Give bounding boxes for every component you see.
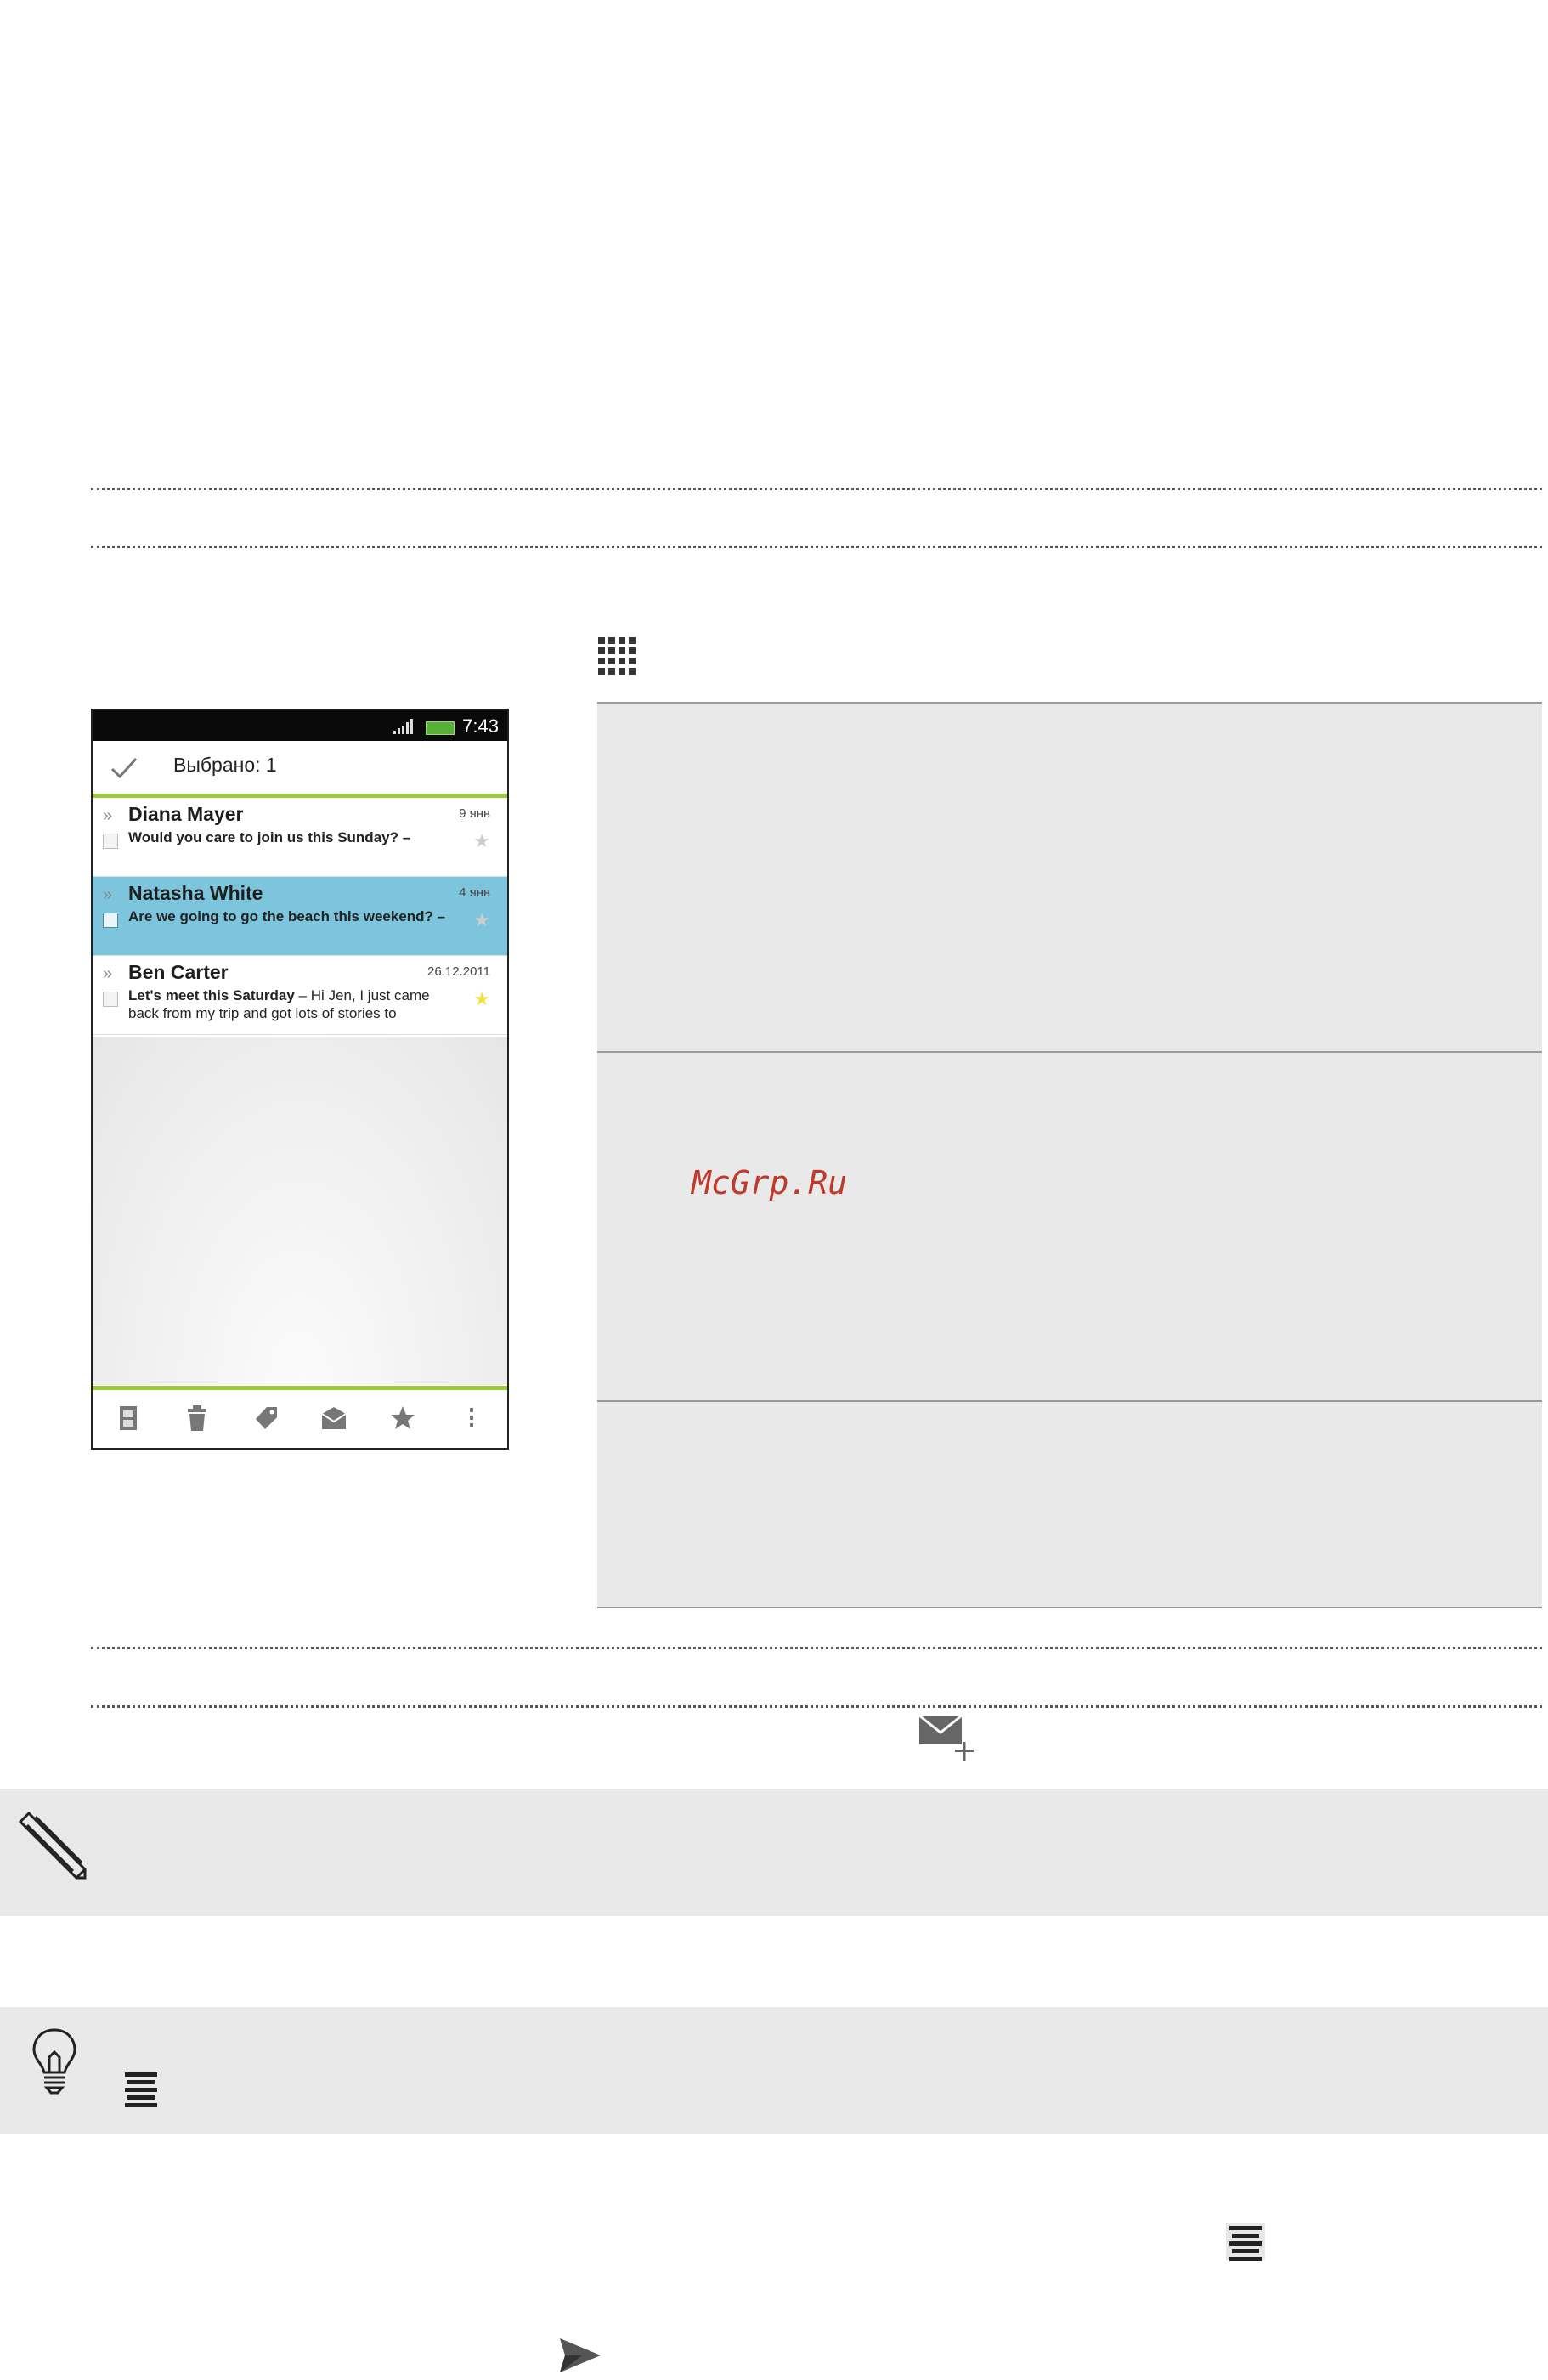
action-toolbar [93, 1386, 507, 1448]
selection-count: Выбрано: 1 [173, 754, 277, 776]
more-icon[interactable] [458, 1404, 485, 1433]
divider-1 [91, 488, 1542, 490]
message-checkbox[interactable] [103, 992, 118, 1007]
status-time: 7:43 [462, 715, 499, 737]
message-row[interactable]: » Diana Mayer 9 янв Would you care to jo… [93, 798, 507, 877]
message-checkbox-checked[interactable] [103, 913, 118, 928]
read-unread-icon[interactable] [115, 1404, 142, 1433]
list-empty-area [93, 1037, 507, 1385]
divider-3 [91, 1647, 1542, 1649]
phone-screenshot: 7:43 Выбрано: 1 » Diana Mayer 9 янв Woul… [91, 709, 509, 1450]
menu-icon [1226, 2223, 1265, 2261]
battery-icon [426, 721, 455, 735]
watermark: McGrp.Ru [692, 1164, 848, 1201]
apps-grid-icon [598, 637, 636, 675]
chevron-icon: » [103, 964, 113, 983]
message-row-selected[interactable]: » Natasha White 4 янв Are we going to go… [93, 877, 507, 956]
message-date: 9 янв [459, 806, 490, 821]
message-subject: Are we going to go the beach this weeken… [128, 908, 446, 924]
send-icon [560, 2338, 601, 2372]
message-checkbox[interactable] [103, 834, 118, 849]
status-bar: 7:43 [93, 710, 507, 741]
message-sender: Natasha White [128, 882, 263, 904]
note-box [0, 1789, 1548, 1916]
message-subject: Would you care to join us this Sunday? – [128, 829, 411, 845]
selection-bar: Выбрано: 1 [93, 741, 507, 798]
trash-icon[interactable] [184, 1404, 211, 1433]
message-sender: Ben Carter [128, 961, 229, 983]
star-icon[interactable]: ★ [473, 909, 490, 931]
archive-icon[interactable] [320, 1404, 347, 1433]
table-row-1 [597, 702, 1542, 1051]
message-row[interactable]: » Ben Carter 26.12.2011 Let's meet this … [93, 956, 507, 1035]
tip-box [0, 2007, 1548, 2134]
divider-4 [91, 1705, 1542, 1708]
chevron-icon: » [103, 806, 113, 825]
message-date: 26.12.2011 [427, 964, 490, 979]
message-date: 4 янв [459, 885, 490, 900]
label-icon[interactable] [252, 1404, 280, 1433]
star-icon-active[interactable]: ★ [473, 988, 490, 1010]
signal-icon [393, 719, 413, 734]
message-sender: Diana Mayer [128, 803, 244, 825]
table-row-3 [597, 1400, 1542, 1608]
chevron-icon: » [103, 885, 113, 904]
done-check-icon[interactable] [110, 756, 138, 780]
menu-icon [121, 2069, 161, 2107]
message-subject: Let's meet this Saturday – Hi Jen, I jus… [128, 987, 430, 1021]
pencil-note-icon [18, 1811, 87, 1880]
lightbulb-tip-icon [32, 2028, 76, 2095]
table-row-2 [597, 1051, 1542, 1400]
star-icon[interactable] [389, 1404, 416, 1433]
divider-2 [91, 546, 1542, 548]
star-icon[interactable]: ★ [473, 830, 490, 852]
compose-mail-icon [918, 1714, 974, 1761]
